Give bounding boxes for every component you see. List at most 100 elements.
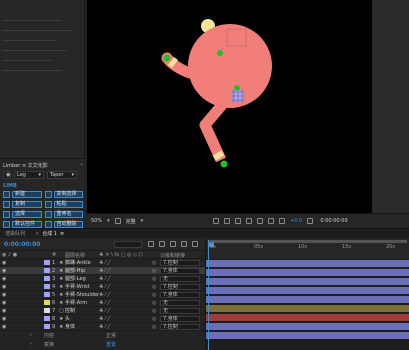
- eye-icon[interactable]: ◉: [2, 316, 6, 322]
- shoulder-joint[interactable]: [217, 50, 223, 56]
- layer-duration-bar[interactable]: [206, 259, 409, 267]
- layer-name[interactable]: 手臂-Wrist: [65, 284, 90, 290]
- eye-icon[interactable]: ◉: [2, 276, 6, 282]
- layer-switches[interactable]: ♣ ⁄ ╱: [99, 276, 111, 282]
- layer-switches[interactable]: ♣ ⁄ ╱: [99, 300, 111, 306]
- close-icon[interactable]: ×: [35, 231, 39, 237]
- select-button[interactable]: 选择: [3, 210, 42, 218]
- limb-new-button[interactable]: 新建: [3, 190, 42, 198]
- layer-duration-bar[interactable]: [206, 268, 409, 276]
- label-color-swatch[interactable]: [44, 300, 50, 305]
- rename-button[interactable]: 重命名: [44, 210, 83, 218]
- grid-icon[interactable]: [114, 218, 121, 224]
- label-color-swatch[interactable]: [44, 260, 50, 265]
- layer-duration-bar[interactable]: [206, 295, 409, 303]
- pick-whip-icon[interactable]: ◎: [152, 276, 156, 282]
- label-color-swatch[interactable]: [44, 316, 50, 321]
- limb-icon[interactable]: ◉: [3, 171, 11, 179]
- layer-row[interactable]: ◉ 5 ★ 手臂-Shoulder ♣ ⁄ ╱ ◎ 7.身体: [0, 291, 205, 299]
- expand-arrow-icon[interactable]: ›: [30, 332, 32, 338]
- zoom-select[interactable]: 50%: [91, 218, 102, 224]
- paste-button[interactable]: 粘贴: [44, 200, 83, 208]
- label-color-swatch[interactable]: [44, 268, 50, 273]
- contents-row[interactable]: › 内容 正常: [0, 331, 205, 339]
- eye-icon[interactable]: ◉: [2, 268, 6, 274]
- side-select[interactable]: Leg ▾: [14, 171, 44, 179]
- pick-whip-icon[interactable]: ◎: [152, 316, 156, 322]
- pick-whip-icon[interactable]: ◎: [152, 260, 156, 266]
- parent-select[interactable]: 7.身体: [160, 268, 200, 274]
- graph-editor-icon[interactable]: [192, 241, 199, 247]
- parent-select[interactable]: 7.身体: [160, 316, 200, 322]
- menu-icon[interactable]: ≡: [60, 231, 64, 237]
- pick-whip-icon[interactable]: ◎: [152, 308, 156, 314]
- copy-selection-button[interactable]: 复制选择: [44, 190, 83, 198]
- layer-name[interactable]: 身体: [65, 324, 75, 330]
- parent-select[interactable]: 7.身体: [160, 292, 200, 298]
- pick-whip-icon[interactable]: ◎: [152, 324, 156, 330]
- layer-row[interactable]: ◉ 6 ★ 手臂-Arm ♣ ⁄ ╱ ◎ 无: [0, 299, 205, 307]
- tab-comp-1[interactable]: × 合成 1 ≡: [30, 230, 69, 238]
- layer-row[interactable]: ◉ 7 ▢ 控制 ♣ ⁄ ╱ ◎ 无: [0, 307, 205, 315]
- eye-icon[interactable]: ◉: [2, 308, 6, 314]
- draft-3d-icon[interactable]: [148, 241, 155, 247]
- layer-duration-bar[interactable]: [206, 322, 409, 330]
- layer-switches[interactable]: ♣ ⁄ ╱: [99, 324, 111, 330]
- tab-render-queue[interactable]: 渲染队列: [0, 230, 30, 237]
- playhead-line[interactable]: [208, 240, 209, 350]
- layer-switches[interactable]: ♣ ⁄ ╱: [99, 260, 111, 266]
- mask-icon[interactable]: [235, 218, 242, 224]
- taper-select[interactable]: Taper ▾: [47, 171, 77, 179]
- expand-arrow-icon[interactable]: ›: [30, 341, 32, 347]
- layer-duration-bar[interactable]: [206, 286, 409, 294]
- layer-name[interactable]: 控制: [65, 308, 75, 314]
- motion-blur-icon[interactable]: [181, 241, 188, 247]
- parent-select[interactable]: 无: [160, 308, 200, 314]
- layer-row[interactable]: ◉ 3 ★ 腿部-Leg ♣ ⁄ ╱ ◎ 无: [0, 275, 205, 283]
- layer-row[interactable]: ◉ 9 ★ 身体 ♣ ⁄ ╱ ◎ 7.控制: [0, 323, 205, 331]
- eye-icon[interactable]: ◉: [2, 260, 6, 266]
- layer-switches[interactable]: ♣ ⁄ ╱: [99, 308, 111, 314]
- parent-select[interactable]: 无: [160, 300, 200, 306]
- label-color-swatch[interactable]: [44, 284, 50, 289]
- pick-whip-icon[interactable]: ◎: [152, 284, 156, 290]
- pick-whip-icon[interactable]: ◎: [152, 292, 156, 298]
- parent-select[interactable]: 7.控制: [160, 260, 200, 266]
- time-ruler[interactable]: 0s 05s 10s 15s 20s: [205, 238, 409, 259]
- transparency-grid-icon[interactable]: [224, 218, 231, 224]
- anchor-point-icon[interactable]: [232, 90, 244, 102]
- pick-whip-icon[interactable]: ◎: [152, 268, 156, 274]
- layer-switches[interactable]: ♣ ⁄ ╱: [99, 316, 111, 322]
- channel-icon[interactable]: [246, 218, 253, 224]
- composition-canvas[interactable]: [87, 0, 372, 213]
- ankle-joint[interactable]: [220, 160, 228, 168]
- layer-duration-bar[interactable]: [206, 277, 409, 285]
- gear-icon[interactable]: [279, 218, 286, 224]
- label-color-swatch[interactable]: [44, 324, 50, 329]
- layer-row[interactable]: ◉ 2 ★ 腿部-Hip ♣ ⁄ ╱ ◎ 7.身体: [0, 267, 205, 275]
- eye-icon[interactable]: ◉: [2, 300, 6, 306]
- parent-select[interactable]: 7.控制: [160, 324, 200, 330]
- layer-duration-bar[interactable]: [206, 313, 409, 321]
- label-color-swatch[interactable]: [44, 292, 50, 297]
- layer-search-input[interactable]: [114, 240, 143, 248]
- eye-icon[interactable]: ◉: [2, 292, 6, 298]
- pick-whip-icon[interactable]: ◎: [152, 300, 156, 306]
- layer-row[interactable]: ◉ 4 ★ 手臂-Wrist ♣ ⁄ ╱ ◎ 7.控制: [0, 283, 205, 291]
- layer-row[interactable]: ◉ 8 ★ 头 ♣ ⁄ ╱ ◎ 7.身体: [0, 315, 205, 323]
- snapshot-icon[interactable]: [307, 218, 314, 224]
- default-controls-button[interactable]: 默认控件: [3, 220, 42, 228]
- region-icon[interactable]: [213, 218, 220, 224]
- layer-switches[interactable]: ♣ ⁄ ╱: [99, 268, 111, 274]
- label-color-swatch[interactable]: [44, 308, 50, 313]
- parent-select[interactable]: 7.控制: [160, 284, 200, 290]
- source-name-column[interactable]: 图层名称: [65, 252, 85, 259]
- layer-row[interactable]: ◉ 1 ★ 脚踝-Ankle ♣ ⁄ ╱ ◎ 7.控制: [0, 259, 205, 267]
- parent-column[interactable]: 父级和链接: [160, 252, 185, 259]
- label-color-swatch[interactable]: [44, 276, 50, 281]
- transform-reset-link[interactable]: 重置: [106, 341, 116, 348]
- blend-mode-select[interactable]: 正常: [106, 332, 116, 339]
- viewer-timecode[interactable]: 0:00:00:00: [320, 218, 347, 224]
- work-area-bar[interactable]: [209, 240, 407, 243]
- layer-duration-bar[interactable]: [206, 304, 409, 312]
